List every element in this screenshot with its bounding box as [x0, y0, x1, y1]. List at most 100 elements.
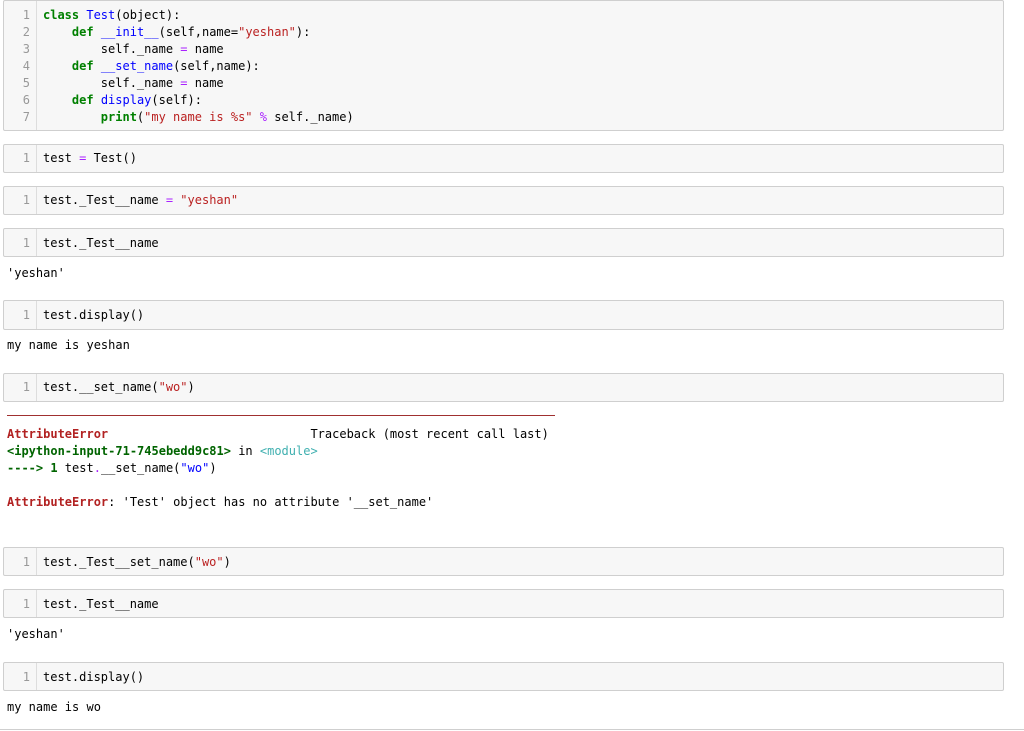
code-token: )	[223, 555, 231, 569]
code-token: AttributeError	[7, 427, 109, 441]
line-number-gutter: 1	[4, 590, 37, 617]
cell-output: my name is wo	[7, 700, 101, 714]
code-token: def	[71, 93, 94, 107]
code-line: def display(self):	[43, 92, 202, 109]
line-number: 1	[22, 380, 30, 394]
code-line: print("my name is %s" % self._name)	[43, 109, 354, 126]
code-token: )	[209, 461, 217, 475]
line-number: 5	[22, 76, 30, 90]
code-line: test._Test__name = "yeshan"	[43, 192, 238, 209]
code-token: __set_name(	[100, 461, 181, 475]
cell-output: 'yeshan'	[7, 266, 65, 280]
code-token: (self,name):	[173, 59, 260, 73]
code-token: print	[100, 110, 137, 124]
code-cell-4[interactable]: 1 test._Test__name	[3, 228, 1004, 257]
code-line: test.__set_name("wo")	[43, 379, 195, 396]
line-number-gutter: 1	[4, 663, 37, 690]
code-token: AttributeError	[7, 495, 109, 509]
code-line: test.display()	[43, 669, 144, 686]
line-number: 1	[22, 151, 30, 165]
code-token: Traceback (most recent call last)	[108, 427, 549, 441]
code-token: Test()	[86, 151, 137, 165]
line-number-gutter: 1	[4, 374, 37, 401]
code-token: test._Test__set_name(	[43, 555, 195, 569]
traceback-message: AttributeError: 'Test' object has no att…	[7, 494, 433, 511]
code-line: class Test(object):	[43, 7, 180, 24]
line-number: 1	[22, 8, 30, 22]
code-cell-7[interactable]: 1 test._Test__set_name("wo")	[3, 547, 1004, 576]
traceback-line: ----> 1 test.__set_name("wo")	[7, 460, 217, 477]
code-token: <ipython-input-71-745ebedd9c81>	[7, 444, 231, 458]
line-number: 6	[22, 93, 30, 107]
code-token: (self,name=	[158, 25, 239, 39]
code-line: test.display()	[43, 307, 144, 324]
code-token: "wo"	[194, 555, 224, 569]
code-token: self._name)	[267, 110, 354, 124]
code-cell-8[interactable]: 1 test._Test__name	[3, 589, 1004, 618]
line-number: 3	[22, 42, 30, 56]
code-line: test = Test()	[43, 150, 137, 167]
code-token: test.__set_name(	[43, 380, 159, 394]
traceback-frame: <ipython-input-71-745ebedd9c81> in <modu…	[7, 443, 318, 460]
code-line: test._Test__name	[43, 235, 159, 252]
code-line: def __init__(self,name="yeshan"):	[43, 24, 310, 41]
code-token: test._Test__name	[43, 236, 159, 250]
code-token: name	[187, 76, 224, 90]
code-token: ----> 1	[7, 461, 58, 475]
code-token: "wo"	[158, 380, 188, 394]
code-cell-6[interactable]: 1 test.__set_name("wo")	[3, 373, 1004, 402]
traceback-header: AttributeError Traceback (most recent ca…	[7, 426, 549, 443]
code-line: def __set_name(self,name):	[43, 58, 260, 75]
code-token: (self):	[151, 93, 202, 107]
code-token: def	[71, 25, 94, 39]
traceback-divider	[7, 415, 555, 416]
line-number-gutter: 1	[4, 301, 37, 329]
code-cell-1[interactable]: 1 2 3 4 5 6 7 class Test(object): def __…	[3, 0, 1004, 131]
code-token: "yeshan"	[180, 193, 239, 207]
code-token: Test	[86, 8, 116, 22]
code-token: test._Test__name	[43, 597, 159, 611]
code-token: %	[259, 110, 267, 124]
code-cell-3[interactable]: 1 test._Test__name = "yeshan"	[3, 186, 1004, 215]
line-number: 7	[22, 110, 30, 124]
code-token: =	[180, 42, 188, 56]
code-token: <module>	[259, 444, 318, 458]
line-number: 1	[22, 597, 30, 611]
code-line: test._Test__name	[43, 596, 159, 613]
code-token: "yeshan"	[238, 25, 296, 39]
code-token: =	[165, 193, 174, 207]
code-token: self._name	[43, 76, 181, 90]
code-token: display	[100, 93, 152, 107]
line-number: 4	[22, 59, 30, 73]
line-number: 1	[22, 670, 30, 684]
line-number: 1	[22, 555, 30, 569]
code-token: "my name is %s"	[144, 110, 253, 124]
code-token: test	[57, 461, 94, 475]
code-token: .	[93, 461, 101, 475]
code-line: self._name = name	[43, 41, 224, 58]
line-number: 1	[22, 236, 30, 250]
code-token: __set_name	[100, 59, 174, 73]
line-number-gutter: 1	[4, 187, 37, 214]
code-token: test.display()	[43, 308, 145, 322]
code-token: )	[187, 380, 195, 394]
code-cell-2[interactable]: 1 test = Test()	[3, 144, 1004, 173]
code-token: (object):	[115, 8, 181, 22]
line-number-gutter: 1 2 3 4 5 6 7	[4, 1, 37, 130]
code-token: self._name	[43, 42, 181, 56]
code-token: "wo"	[180, 461, 210, 475]
code-cell-9[interactable]: 1 test.display()	[3, 662, 1004, 691]
code-token: =	[180, 76, 188, 90]
line-number-gutter: 1	[4, 145, 37, 172]
code-line: self._name = name	[43, 75, 224, 92]
code-cell-5[interactable]: 1 test.display()	[3, 300, 1004, 330]
code-token: __init__	[100, 25, 159, 39]
code-line: test._Test__set_name("wo")	[43, 554, 231, 571]
code-token: def	[71, 59, 94, 73]
